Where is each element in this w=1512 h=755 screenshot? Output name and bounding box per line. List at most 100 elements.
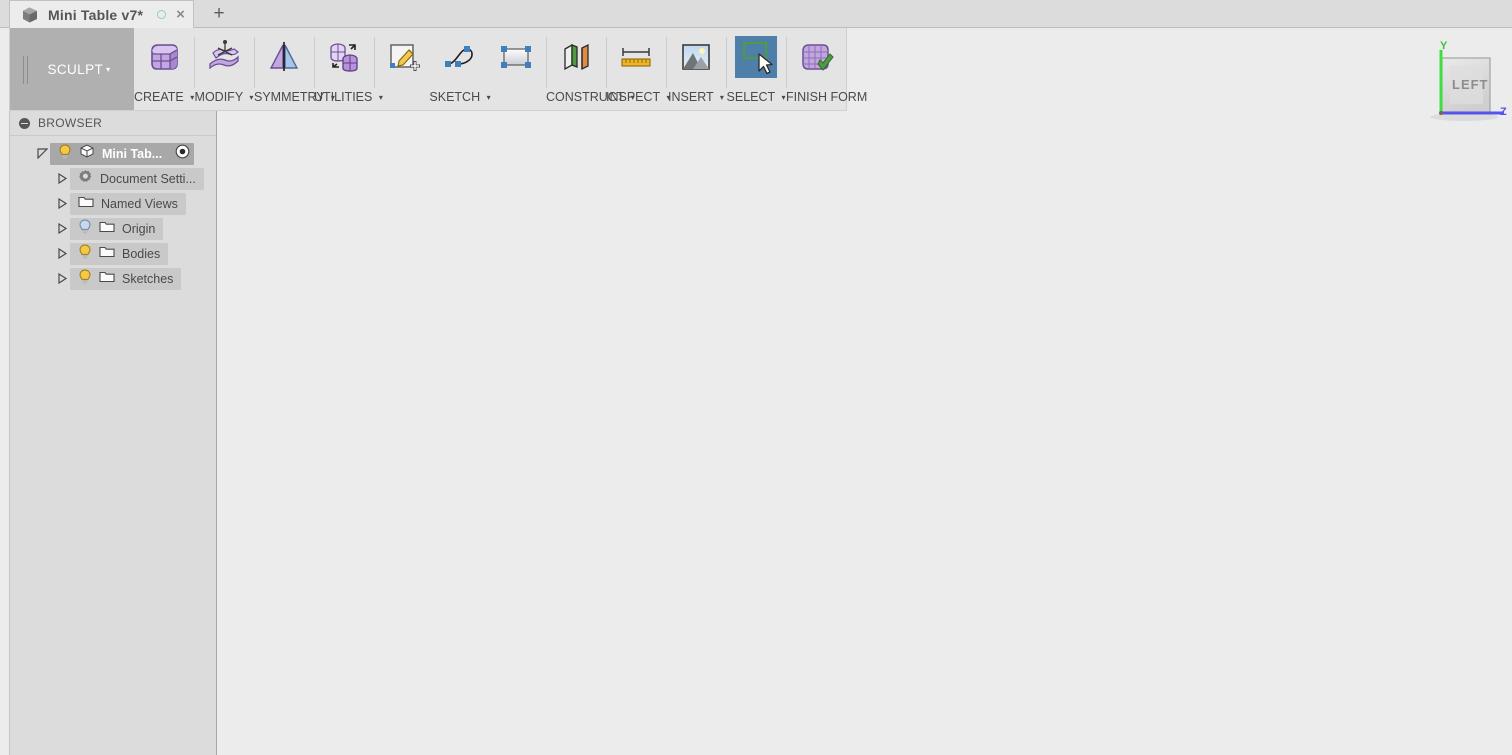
chevron-down-icon: ▾	[781, 93, 786, 103]
viewcube-axis-z-label: Z	[1500, 106, 1507, 118]
browser-header[interactable]: BROWSER	[10, 111, 216, 136]
viewcube-face-label: LEFT	[1452, 77, 1489, 92]
lightbulb-off-icon[interactable]	[78, 218, 92, 239]
folder-icon	[78, 195, 94, 213]
symmetry-mirror-button[interactable]	[261, 34, 307, 80]
workspace-label: SCULPT ▾	[33, 62, 110, 77]
workspace-sculpt-dropdown[interactable]: SCULPT ▾	[10, 28, 134, 110]
toolbar-group-insert-label: INSERT ▾	[668, 90, 724, 104]
utilities-convert-icon	[330, 43, 358, 72]
tab-bar: Mini Table v7* × +	[0, 0, 1512, 28]
folder-icon	[99, 245, 115, 263]
tree-item-bodies[interactable]: Bodies	[10, 241, 216, 266]
chevron-down-icon: ▾	[486, 93, 491, 103]
new-tab-button[interactable]: +	[205, 0, 233, 28]
tree-item-label: Sketches	[122, 271, 174, 286]
chevron-down-icon: ▾	[249, 93, 254, 103]
tspline-edges	[325, 363, 1330, 755]
tree-item-document-settings[interactable]: Document Setti...	[10, 166, 216, 191]
collapsed-triangle-icon[interactable]	[54, 198, 70, 209]
expanded-triangle-icon[interactable]	[34, 148, 50, 159]
activate-radio-icon[interactable]	[175, 144, 190, 164]
canvas-3d-viewport[interactable]	[0, 111, 1512, 755]
browser-panel: BROWSER Mini Tab... Document Setti... Na…	[9, 111, 217, 755]
tree-item-label: Named Views	[101, 196, 178, 211]
workspace-text: SCULPT	[47, 61, 104, 77]
hole-guide	[700, 413, 1300, 711]
browser-title: BROWSER	[38, 116, 103, 130]
component-icon	[79, 144, 95, 163]
tree-item-origin[interactable]: Origin	[10, 216, 216, 241]
document-title: Mini Table v7*	[48, 6, 144, 23]
select-window-icon	[735, 36, 777, 78]
document-tab[interactable]: Mini Table v7* ×	[9, 0, 194, 28]
measure-button[interactable]	[613, 34, 659, 80]
toolbar-group-select-label: SELECT ▾	[726, 90, 786, 104]
toolbar-group-finish-form: FINISH FORM	[786, 28, 868, 110]
toolbar-group-select: SELECT ▾	[726, 28, 786, 110]
insert-image-button[interactable]	[673, 34, 719, 80]
collapse-icon[interactable]	[19, 117, 30, 129]
tree-item-label: Origin	[122, 221, 156, 236]
cube-icon	[20, 6, 40, 24]
folder-icon	[99, 270, 115, 288]
fusion-window: Mini Table v7* × + SCULPT ▾ CREATE ▾ MOD…	[0, 0, 1512, 755]
toolbar-grip-handle[interactable]	[23, 56, 29, 84]
horizontal-reference-line	[0, 444, 1512, 445]
toolbar-group-construct-label: CONSTRUCT ▾	[546, 90, 635, 104]
lightbulb-on-icon[interactable]	[78, 243, 92, 264]
create-sketch-button[interactable]	[381, 34, 427, 80]
selection-highlight	[322, 361, 1332, 755]
toolbar-group-modify: MODIFY ▾	[194, 28, 254, 110]
toolbar-group-create: CREATE ▾	[134, 28, 194, 110]
gear-icon	[78, 169, 93, 189]
toolbar-group-symmetry-label: SYMMETRY ▾	[254, 90, 335, 104]
chevron-down-icon: ▾	[719, 93, 724, 103]
create-box-button[interactable]	[141, 34, 187, 80]
tree-item-sketches[interactable]: Sketches	[10, 266, 216, 291]
finish-form-icon	[802, 44, 834, 71]
collapsed-triangle-icon[interactable]	[54, 173, 70, 184]
modify-edit-form-button[interactable]	[201, 34, 247, 80]
tree-item-label: Mini Tab...	[102, 146, 163, 161]
symmetry-mirror-icon	[269, 42, 299, 71]
tree-item-mini-table[interactable]: Mini Tab...	[10, 141, 216, 166]
collapsed-triangle-icon[interactable]	[54, 223, 70, 234]
toolbar-group-symmetry: SYMMETRY ▾	[254, 28, 335, 110]
close-icon[interactable]: ×	[176, 7, 185, 22]
viewcube[interactable]: Y Z LEFT	[1414, 38, 1510, 138]
tree-item-label: Bodies	[122, 246, 161, 261]
folder-icon	[99, 220, 115, 238]
spline-button[interactable]	[437, 34, 483, 80]
lightbulb-on-icon[interactable]	[78, 268, 92, 289]
measure-ruler-icon	[621, 48, 651, 67]
lightbulb-on-icon[interactable]	[58, 143, 72, 164]
toolbar-group-inspect-label: INSPECT ▾	[606, 90, 671, 104]
insert-image-icon	[682, 44, 710, 70]
create-box-icon	[151, 44, 178, 70]
finish-form-button[interactable]	[793, 34, 839, 80]
toolbar-group-sketch: SKETCH ▾	[374, 28, 546, 110]
select-window-button[interactable]	[733, 34, 779, 80]
toolbar-group-utilities: UTILITIES ▾	[314, 28, 383, 110]
collapsed-triangle-icon[interactable]	[54, 273, 70, 284]
collapsed-triangle-icon[interactable]	[54, 248, 70, 259]
utilities-convert-button[interactable]	[321, 34, 367, 80]
toolbar-group-create-label: CREATE ▾	[134, 90, 195, 104]
toolbar-group-modify-label: MODIFY ▾	[194, 90, 254, 104]
rectangle-button[interactable]	[493, 34, 539, 80]
construct-plane-button[interactable]	[553, 34, 599, 80]
toolbar-group-inspect: INSPECT ▾	[606, 28, 671, 110]
unsaved-indicator	[157, 10, 167, 19]
create-sketch-icon	[390, 44, 420, 71]
toolbar-group-sketch-label: SKETCH ▾	[429, 90, 491, 104]
tree-item-named-views[interactable]: Named Views	[10, 191, 216, 216]
toolbar-group-finish-form-label: FINISH FORM	[786, 90, 868, 104]
construct-plane-icon	[564, 43, 589, 71]
chevron-down-icon: ▾	[106, 65, 111, 75]
tree-item-label: Document Setti...	[100, 171, 196, 186]
t-spline-table-body[interactable]	[0, 111, 1512, 755]
ribbon-toolbar: SCULPT ▾ CREATE ▾ MODIFY ▾ SYMMETRY ▾ UT…	[0, 28, 1512, 111]
modify-edit-form-icon	[209, 40, 239, 70]
rectangle-icon	[501, 46, 531, 68]
